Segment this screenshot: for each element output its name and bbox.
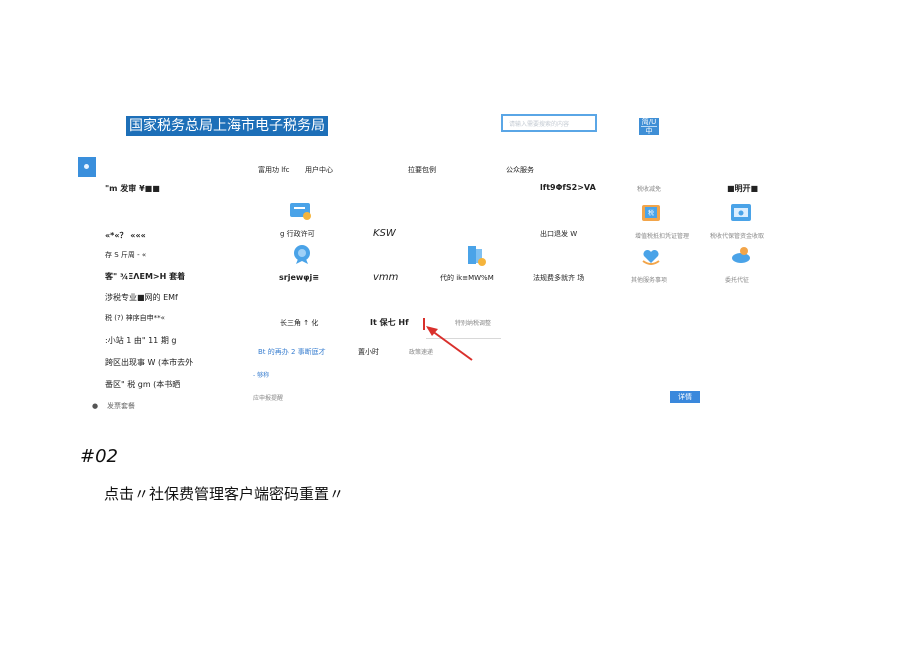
sidebar-item[interactable]: 番区" 税 gm (本书晒	[105, 379, 180, 390]
tab-user-center[interactable]: 用户中心	[305, 165, 333, 175]
service-label[interactable]: KSW	[373, 228, 396, 239]
language-switch-button[interactable]: 简/U 中	[639, 118, 659, 135]
sidebar-item[interactable]: :小站 1 由" 11 期 g	[105, 335, 176, 346]
service-label[interactable]: Bt 的再办 2 事断庭才	[258, 347, 326, 357]
search-input[interactable]: 请输入需要搜索的内容	[501, 114, 597, 132]
reminder-label: 应申报提醒	[253, 395, 284, 402]
service-label[interactable]: 其他服务事项	[631, 275, 667, 284]
service-label[interactable]: 增值税抵扣凭证管理	[635, 231, 689, 240]
service-label[interactable]: vmm	[373, 272, 398, 283]
more-link[interactable]: - 够称	[253, 370, 269, 379]
language-line-2: 中	[645, 127, 653, 135]
sidebar-item[interactable]: 税 (?) 神序自申**«	[105, 313, 165, 323]
details-button[interactable]: 详情	[670, 391, 700, 403]
tab-cases[interactable]: 拉要包例	[408, 165, 436, 175]
medal-icon[interactable]	[292, 243, 312, 269]
tab-public-services[interactable]: 公众服务	[506, 165, 534, 175]
service-label[interactable]: g 行政许可	[280, 229, 315, 239]
service-label[interactable]: 长三角 ↑ 化	[280, 318, 318, 328]
sidebar-item[interactable]: 客" ¾ΞΛΕΜ>Η 套着	[105, 271, 185, 282]
step-number: #02	[80, 446, 118, 467]
sidebar-item[interactable]: "m 发审 ¥■■	[105, 183, 160, 194]
site-title: 国家税务总局上海市电子税务局	[126, 116, 328, 136]
service-label[interactable]: lft9ΦfS2>VA	[540, 183, 596, 192]
sidebar-toggle-icon[interactable]	[78, 157, 96, 177]
svg-text:税: 税	[648, 209, 654, 217]
sidebar-item[interactable]: 存 S 斤周 - «	[105, 250, 146, 260]
invoice-icon[interactable]: 税	[640, 203, 662, 227]
tab-common-functions[interactable]: 富用功 lfc	[258, 165, 289, 175]
sidebar-item[interactable]: «*«？ «««	[105, 230, 146, 241]
sidebar-item[interactable]: 涉税专业■网的 EMf	[105, 292, 178, 303]
service-label[interactable]: 政策速递	[409, 347, 433, 356]
service-label[interactable]: 税收代保管资金收取	[710, 231, 764, 240]
service-label[interactable]: ■明开■	[727, 183, 758, 194]
bullet-icon: ●	[92, 402, 99, 410]
service-label[interactable]: 委托代征	[725, 275, 749, 284]
service-label[interactable]: srjewφj≡	[279, 273, 319, 282]
service-label[interactable]: 置小时	[358, 347, 379, 357]
service-label[interactable]: 代的 ik≡MW%M	[440, 273, 494, 283]
service-label[interactable]: It 保七 Hf	[370, 317, 409, 328]
language-line-1: 简/U	[641, 118, 657, 126]
sidebar-item[interactable]: 跨区出现事 W (本市去外	[105, 357, 193, 368]
document-add-icon[interactable]	[466, 245, 488, 271]
sidebar-item[interactable]: 发票套餐	[107, 401, 135, 411]
service-label[interactable]: 税收减免	[637, 184, 661, 193]
heart-hands-icon[interactable]	[641, 247, 661, 271]
certificate-icon[interactable]	[289, 200, 313, 226]
pointer-arrow-icon	[423, 318, 473, 361]
delegate-icon[interactable]	[730, 245, 752, 269]
wallet-icon[interactable]	[730, 201, 752, 227]
step-instruction: 点击〃社保费管理客户端密码重置〃	[104, 485, 345, 503]
service-label[interactable]: 出口退发 W	[540, 229, 577, 239]
service-label[interactable]: 法规费多就齐 场	[533, 273, 584, 283]
